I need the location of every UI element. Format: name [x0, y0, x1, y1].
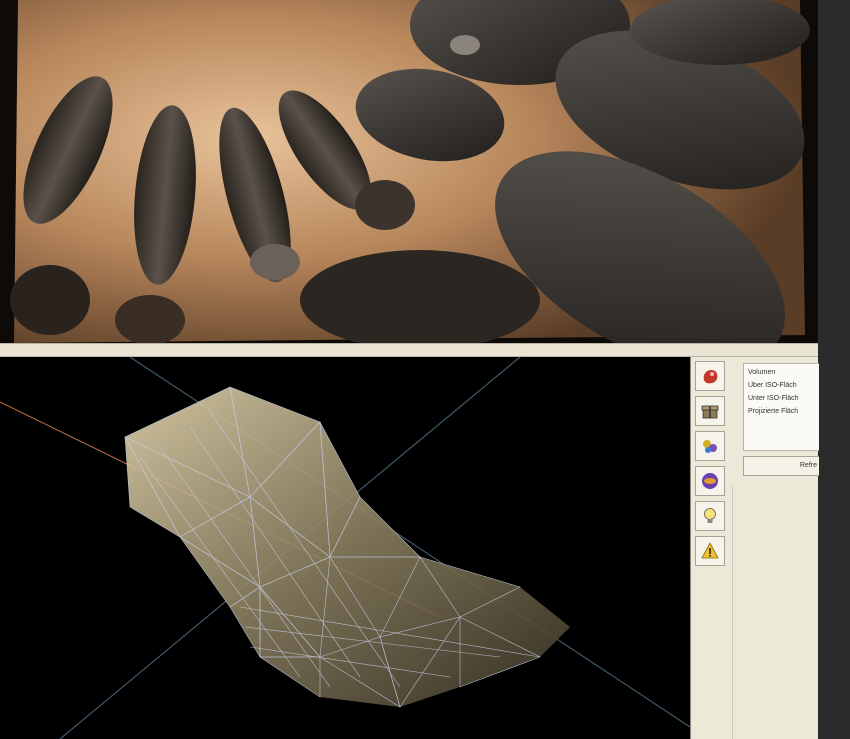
coin-surface-image: [0, 0, 818, 343]
property-below-iso-label: Unter ISO-Fläch: [748, 395, 799, 402]
surface-photo: [0, 0, 818, 343]
property-projected-area-label: Projizierte Fläch: [748, 408, 799, 415]
mesh-rendering: [0, 357, 690, 739]
purple-disc-icon: [702, 473, 718, 489]
toolbar-button[interactable]: [695, 536, 725, 566]
red-blob-icon: [703, 370, 718, 384]
3d-viewport[interactable]: [0, 357, 690, 739]
toolbar-button[interactable]: [695, 466, 725, 496]
right-dark-border: [818, 0, 850, 739]
property-above-iso-label: Über ISO-Fläch: [748, 382, 797, 389]
warning-icon: [701, 542, 719, 559]
properties-list: Volumen Über ISO-Fläch Unter ISO-Fläch P…: [743, 363, 819, 451]
property-volume-label: Volumen: [748, 369, 776, 376]
refresh-button[interactable]: Refre: [743, 456, 819, 476]
toolbar-button[interactable]: [695, 396, 725, 426]
toolbar-button[interactable]: [695, 431, 725, 461]
vertical-toolbar: [695, 361, 729, 571]
toolbar-button[interactable]: [695, 501, 725, 531]
spheres-icon: [703, 440, 717, 453]
toolbar-button[interactable]: [695, 361, 725, 391]
window-divider: [0, 343, 818, 357]
panel-separator: [732, 485, 733, 739]
tool-panel: Volumen Über ISO-Fläch Unter ISO-Fläch P…: [690, 357, 819, 739]
lightbulb-icon: [704, 508, 716, 523]
gift-box-icon: [701, 405, 719, 419]
